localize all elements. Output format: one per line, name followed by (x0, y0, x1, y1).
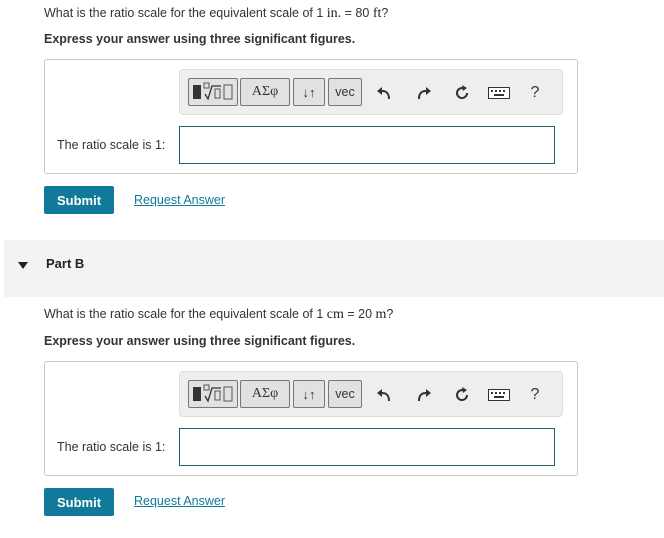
question-text: What is the ratio scale for the equivale… (44, 307, 327, 321)
arrows-button[interactable]: ↓↑ (293, 78, 325, 106)
reset-icon[interactable] (451, 384, 473, 406)
templates-icon (193, 384, 233, 403)
request-answer-link[interactable]: Request Answer (134, 494, 225, 508)
unit-inch: in. (326, 6, 342, 21)
answer-label: The ratio scale is 1: (57, 138, 166, 152)
keyboard-icon[interactable] (486, 384, 512, 406)
part-b-instruction: Express your answer using three signific… (44, 334, 356, 348)
question-text: = 20 (343, 307, 376, 321)
undo-icon[interactable] (373, 384, 395, 406)
question-text: = 80 (341, 6, 373, 20)
help-icon[interactable]: ? (524, 82, 546, 104)
undo-icon[interactable] (373, 82, 395, 104)
submit-button[interactable]: Submit (44, 488, 114, 516)
greek-button[interactable]: ΑΣφ (240, 78, 290, 106)
part-a-answer-box: ΑΣφ ↓↑ vec ? The ratio scale is 1: (44, 59, 578, 174)
vec-button[interactable]: vec (328, 78, 362, 106)
part-b-title: Part B (46, 256, 85, 271)
collapse-triangle-icon[interactable] (18, 262, 28, 270)
unit-cm: cm (326, 307, 344, 322)
redo-icon[interactable] (413, 82, 435, 104)
templates-button[interactable] (188, 380, 238, 408)
redo-icon[interactable] (413, 384, 435, 406)
answer-input[interactable] (179, 428, 555, 466)
greek-button[interactable]: ΑΣφ (240, 380, 290, 408)
submit-button[interactable]: Submit (44, 186, 114, 214)
answer-label: The ratio scale is 1: (57, 440, 166, 454)
vec-button[interactable]: vec (328, 380, 362, 408)
math-toolbar: ΑΣφ ↓↑ vec ? (179, 371, 563, 417)
part-b-header[interactable]: Part B (4, 240, 664, 297)
question-text: ? (386, 307, 394, 321)
templates-icon (193, 82, 233, 101)
reset-icon[interactable] (451, 82, 473, 104)
answer-input[interactable] (179, 126, 555, 164)
math-toolbar: ΑΣφ ↓↑ vec ? (179, 69, 563, 115)
part-a-question: What is the ratio scale for the equivale… (44, 6, 388, 22)
part-a-instruction: Express your answer using three signific… (44, 32, 356, 46)
templates-button[interactable] (188, 78, 238, 106)
request-answer-link[interactable]: Request Answer (134, 193, 225, 207)
part-b-question: What is the ratio scale for the equivale… (44, 307, 393, 323)
keyboard-icon[interactable] (486, 82, 512, 104)
arrows-button[interactable]: ↓↑ (293, 380, 325, 408)
help-icon[interactable]: ? (524, 384, 546, 406)
question-text: ? (381, 6, 389, 20)
unit-m: m (375, 307, 387, 322)
question-text: What is the ratio scale for the equivale… (44, 6, 327, 20)
part-b-answer-box: ΑΣφ ↓↑ vec ? The ratio scale is 1: (44, 361, 578, 476)
